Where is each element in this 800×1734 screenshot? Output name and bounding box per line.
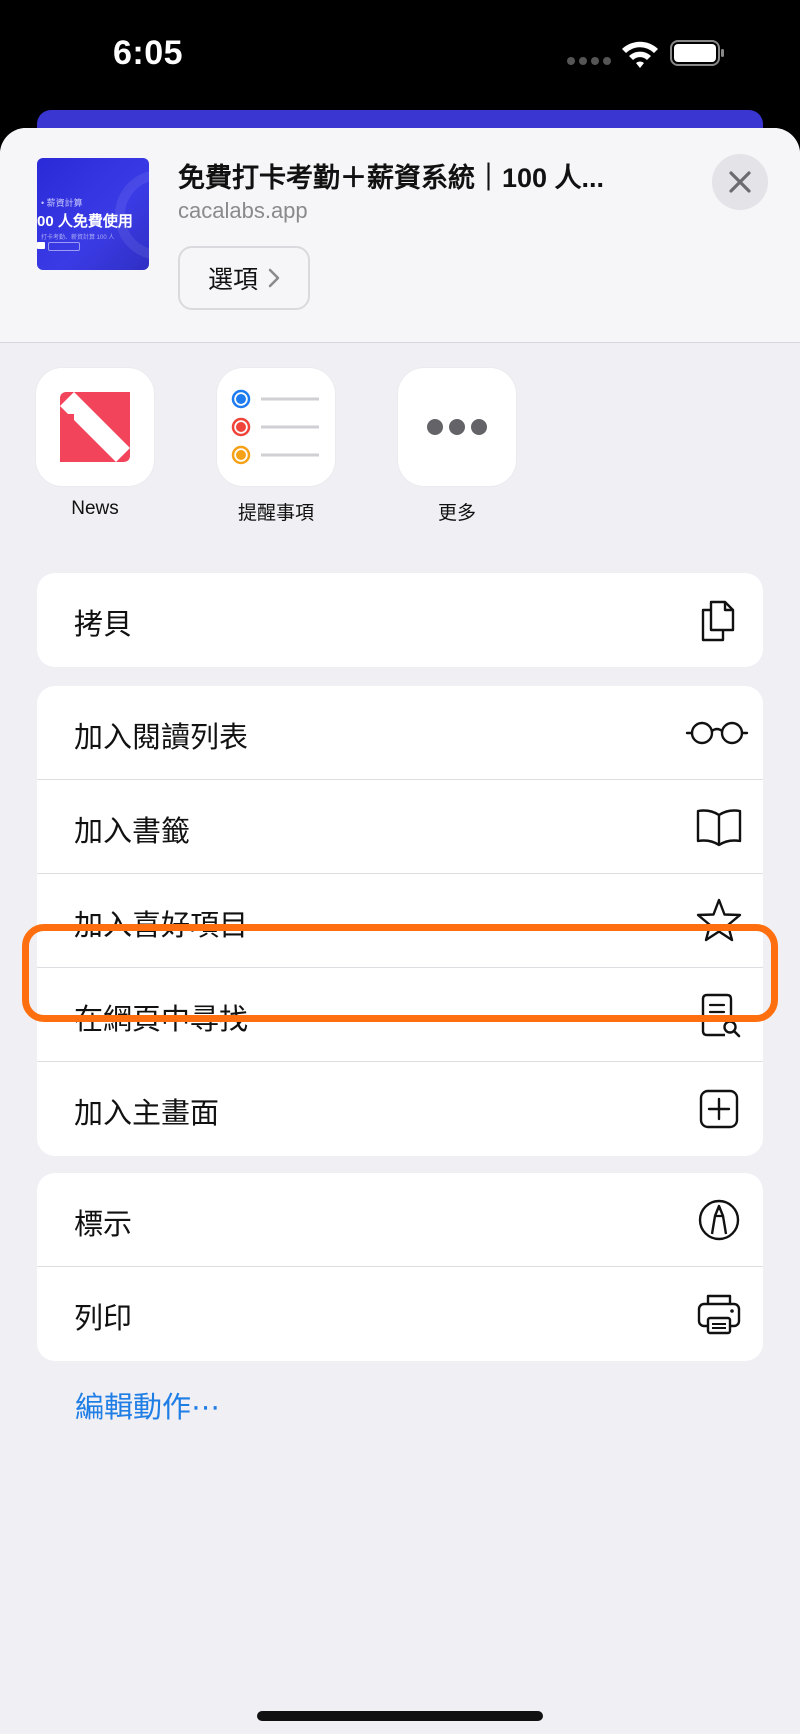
app-more[interactable]: 更多	[397, 368, 517, 525]
share-header: • 薪資計算 00 人免費使用 打卡考勤、薪資計算 100 人 免費打卡考勤＋薪…	[0, 128, 800, 343]
action-group-other: 標示 列印	[37, 1173, 763, 1361]
action-bookmark[interactable]: 加入書籤	[37, 780, 763, 874]
action-markup[interactable]: 標示	[37, 1173, 763, 1267]
cellular-signal-icon	[567, 57, 613, 67]
app-label-more: 更多	[437, 503, 476, 524]
options-button[interactable]: 選項	[178, 246, 310, 310]
chevron-right-icon	[268, 268, 280, 288]
app-label-reminders: 提醒事項	[237, 503, 314, 524]
copy-icon	[701, 600, 735, 642]
action-home-screen-label: 加入主畫面	[74, 1098, 220, 1130]
action-copy-label: 拷貝	[74, 609, 133, 641]
page-title: 免費打卡考勤＋薪資系統｜100 人...	[178, 163, 605, 193]
action-add-to-home-screen[interactable]: 加入主畫面	[37, 1062, 763, 1156]
close-button[interactable]	[712, 154, 768, 210]
highlight-outline	[22, 924, 778, 1022]
thumbnail-text-2: 00 人免費使用	[37, 213, 133, 230]
action-markup-label: 標示	[74, 1209, 133, 1241]
edit-actions-link[interactable]: 編輯動作⋯	[75, 1384, 220, 1426]
action-group-page: 加入閱讀列表 加入書籤 加入喜好項目 在網頁中尋找 加入主畫面	[37, 686, 763, 1156]
news-icon	[36, 368, 154, 486]
thumbnail-text-1: • 薪資計算	[41, 198, 83, 208]
more-icon	[398, 368, 516, 486]
options-label: 選項	[207, 266, 258, 294]
action-print[interactable]: 列印	[37, 1267, 763, 1361]
home-indicator[interactable]	[257, 1711, 543, 1721]
app-news[interactable]: News	[35, 368, 155, 520]
page-url: cacalabs.app	[178, 198, 308, 223]
app-reminders[interactable]: 提醒事項	[216, 368, 336, 525]
page-thumbnail: • 薪資計算 00 人免費使用 打卡考勤、薪資計算 100 人	[37, 158, 149, 270]
status-bar: 6:05	[0, 0, 800, 110]
glasses-icon	[685, 721, 749, 745]
add-square-icon	[699, 1089, 739, 1129]
printer-icon	[697, 1294, 741, 1335]
app-label-news: News	[71, 498, 119, 519]
wifi-icon	[622, 41, 658, 68]
markup-pen-icon	[698, 1199, 740, 1241]
book-icon	[696, 809, 742, 847]
battery-icon	[670, 40, 724, 66]
reminders-icon	[217, 368, 335, 486]
action-print-label: 列印	[74, 1303, 133, 1335]
action-copy[interactable]: 拷貝	[37, 573, 763, 667]
thumbnail-text-3: 打卡考勤、薪資計算 100 人	[41, 235, 115, 241]
close-icon	[729, 171, 751, 193]
app-row: News 提醒事項 更多	[0, 368, 800, 524]
action-reading-list[interactable]: 加入閱讀列表	[37, 686, 763, 780]
action-reading-list-label: 加入閱讀列表	[74, 722, 249, 754]
action-bookmark-label: 加入書籤	[74, 816, 191, 848]
status-time: 6:05	[113, 34, 184, 72]
action-group-copy: 拷貝	[37, 573, 763, 667]
